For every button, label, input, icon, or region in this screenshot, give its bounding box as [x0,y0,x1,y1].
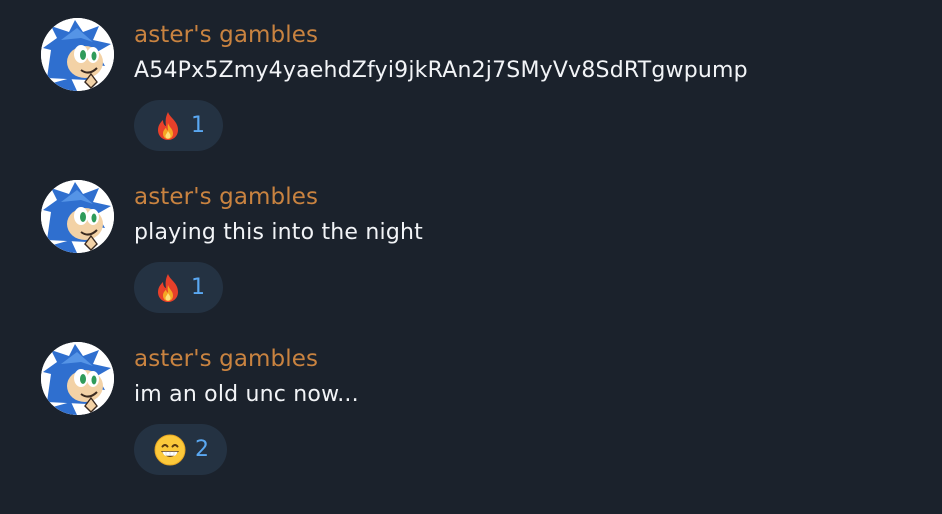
reaction-chip[interactable]: 2 [134,424,227,475]
reaction-count: 2 [195,436,209,462]
message-item: aster's gambles im an old unc now... 2 [0,324,942,486]
avatar[interactable] [41,18,114,91]
reaction-chip[interactable]: 1 [134,262,223,313]
hedgehog-avatar-icon [41,342,114,415]
author-name[interactable]: aster's gambles [134,182,318,212]
fire-icon [154,273,182,303]
reaction-count: 1 [191,274,205,300]
avatar[interactable] [41,342,114,415]
author-name[interactable]: aster's gambles [134,344,318,374]
message-text: playing this into the night [134,220,423,245]
reaction-chip[interactable]: 1 [134,100,223,151]
avatar[interactable] [41,180,114,253]
fire-icon [154,111,182,141]
hedgehog-avatar-icon [41,180,114,253]
author-name[interactable]: aster's gambles [134,20,318,50]
message-item: aster's gambles A54Px5Zmy4yaehdZfyi9jkRA… [0,0,942,162]
message-item: aster's gambles playing this into the ni… [0,162,942,324]
hedgehog-avatar-icon [41,18,114,91]
grinning-face-icon [154,434,186,466]
reaction-count: 1 [191,112,205,138]
message-text: im an old unc now... [134,382,359,407]
message-text: A54Px5Zmy4yaehdZfyi9jkRAn2j7SMyVv8SdRTgw… [134,58,748,83]
